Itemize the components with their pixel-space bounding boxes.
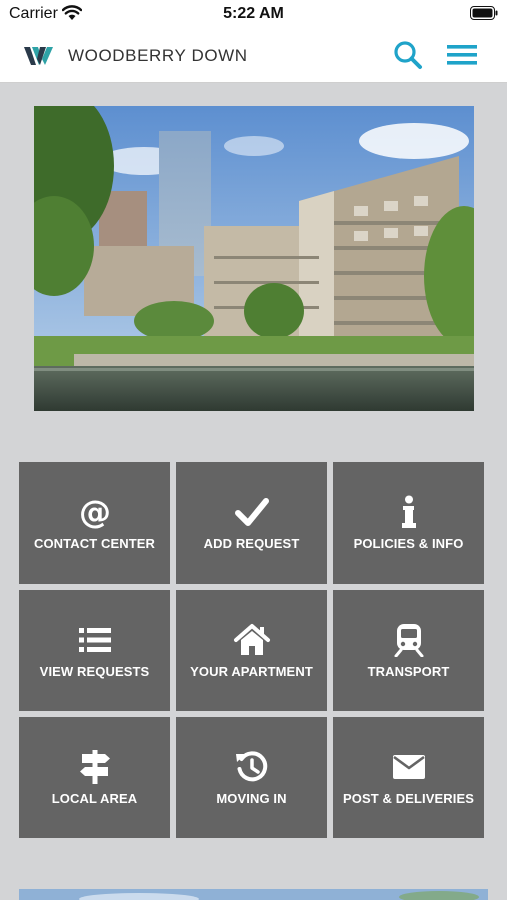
train-icon — [333, 623, 484, 657]
tile-moving-in[interactable]: MOVING IN — [176, 717, 327, 838]
tile-policies-info[interactable]: POLICIES & INFO — [333, 462, 484, 584]
check-icon — [176, 495, 327, 529]
tile-label: VIEW REQUESTS — [39, 664, 150, 679]
tile-label: TRANSPORT — [367, 664, 450, 679]
home-icon — [176, 623, 327, 657]
tile-transport[interactable]: TRANSPORT — [333, 590, 484, 711]
list-icon — [19, 623, 170, 657]
tile-contact-center[interactable]: @ CONTACT CENTER — [19, 462, 170, 584]
battery-icon — [470, 6, 498, 25]
tile-view-requests[interactable]: VIEW REQUESTS — [19, 590, 170, 711]
app-header: WOODBERRY DOWN — [0, 30, 507, 83]
woodberry-logo-icon — [24, 45, 54, 72]
svg-text:@: @ — [79, 495, 111, 529]
tile-label: YOUR APARTMENT — [190, 664, 313, 679]
tile-label: POST & DELIVERIES — [342, 791, 474, 806]
brand-name: WOODBERRY DOWN — [68, 46, 248, 65]
tile-label: POLICIES & INFO — [353, 536, 464, 551]
tile-add-request[interactable]: ADD REQUEST — [176, 462, 327, 584]
clock: 5:22 AM — [223, 5, 284, 22]
tile-label: CONTACT CENTER — [33, 536, 156, 551]
search-icon[interactable] — [393, 40, 423, 75]
hamburger-menu-icon[interactable] — [447, 44, 477, 71]
next-image-preview — [19, 888, 488, 900]
tile-label: LOCAL AREA — [51, 791, 138, 806]
history-icon — [176, 750, 327, 784]
tile-label: MOVING IN — [216, 791, 287, 806]
tile-label: ADD REQUEST — [203, 536, 300, 551]
envelope-icon — [333, 750, 484, 784]
status-bar: Carrier 5:22 AM — [0, 0, 507, 30]
tile-post-deliveries[interactable]: POST & DELIVERIES — [333, 717, 484, 838]
signpost-icon — [19, 750, 170, 784]
hero-image — [34, 106, 474, 411]
info-icon — [333, 495, 484, 529]
tile-local-area[interactable]: LOCAL AREA — [19, 717, 170, 838]
at-icon: @ — [19, 495, 170, 529]
tile-your-apartment[interactable]: YOUR APARTMENT — [176, 590, 327, 711]
